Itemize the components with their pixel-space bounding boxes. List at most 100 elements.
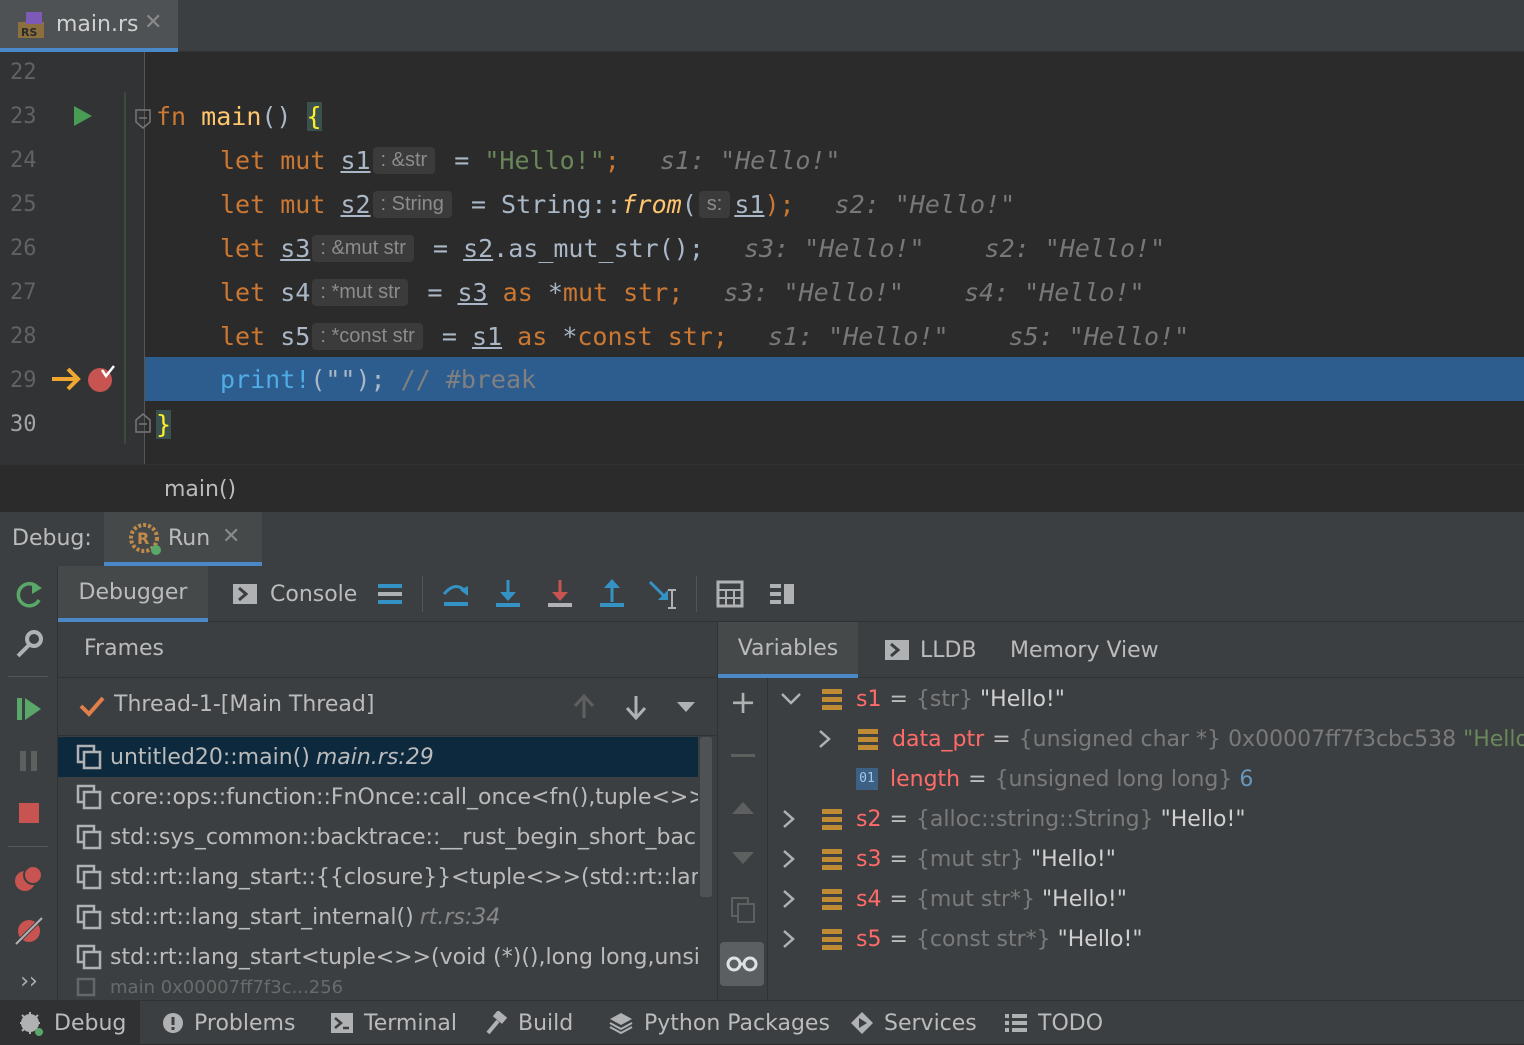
tool-python-packages[interactable]: Python Packages bbox=[608, 1001, 830, 1045]
run-tab-label: Run bbox=[168, 526, 211, 551]
layers-icon bbox=[609, 1013, 633, 1035]
field-icon bbox=[822, 809, 842, 830]
variables-tab-bar: Variables LLDB Memory View bbox=[718, 622, 1524, 678]
tab-lldb[interactable]: LLDB bbox=[884, 622, 977, 678]
thread-name: Thread-1-[Main Thread] bbox=[114, 692, 375, 717]
frame-row[interactable]: std::rt::lang_start_internal() rt.rs:34 bbox=[58, 897, 698, 937]
frame-row[interactable]: std::rt::lang_start<tuple<>>(void (*)(),… bbox=[58, 937, 698, 977]
tab-debugger[interactable]: Debugger bbox=[58, 566, 208, 622]
line-number: 22 bbox=[10, 60, 37, 85]
tool-todo[interactable]: TODO bbox=[1004, 1001, 1103, 1045]
frame-icon bbox=[76, 824, 102, 850]
scrollbar[interactable] bbox=[700, 737, 712, 897]
step-over-icon[interactable] bbox=[438, 576, 474, 612]
tool-problems[interactable]: Problems bbox=[162, 1001, 295, 1045]
chevron-down-icon[interactable] bbox=[778, 688, 804, 710]
close-icon[interactable]: ✕ bbox=[144, 10, 162, 35]
frame-row[interactable]: main 0x00007ff7f3c...256 bbox=[58, 977, 418, 1000]
hammer-icon bbox=[486, 1011, 508, 1035]
variable-row-s4[interactable]: s4 = {mut str*} "Hello!" bbox=[778, 879, 1127, 919]
frame-row[interactable]: std::sys_common::backtrace::__rust_begin… bbox=[58, 817, 698, 857]
chevron-right-icon[interactable] bbox=[778, 928, 800, 950]
fold-icon[interactable] bbox=[134, 108, 152, 130]
run-session-tab[interactable]: R Run ✕ bbox=[104, 512, 262, 566]
breadcrumb-item[interactable]: main() bbox=[164, 477, 236, 502]
code-editor[interactable]: 22 23 24 25 26 27 28 29 30 fn main() { l… bbox=[0, 52, 1524, 464]
checkmark-icon bbox=[79, 696, 105, 717]
variable-row-s3[interactable]: s3 = {mut str} "Hello!" bbox=[778, 839, 1116, 879]
bug-icon bbox=[20, 1012, 43, 1036]
layout-settings-icon[interactable] bbox=[764, 576, 800, 612]
inline-value: s2: "Hello!" bbox=[834, 189, 1016, 219]
mute-breakpoints-icon[interactable] bbox=[12, 914, 46, 948]
add-watch-icon[interactable]: + bbox=[728, 686, 758, 718]
pause-icon[interactable] bbox=[12, 744, 46, 778]
frame-row[interactable]: std::rt::lang_start::{{closure}}<tuple<>… bbox=[58, 857, 698, 897]
wrench-icon[interactable] bbox=[12, 628, 46, 662]
move-down-icon[interactable] bbox=[730, 848, 756, 870]
field-icon bbox=[822, 689, 842, 710]
breakpoint-icon[interactable] bbox=[86, 364, 118, 394]
variable-row-data-ptr[interactable]: data_ptr = {unsigned char *} 0x00007ff7f3c… bbox=[814, 719, 1524, 759]
variable-row-length[interactable]: 01 length = {unsigned long long} 6 bbox=[856, 759, 1253, 799]
frame-row[interactable]: untitled20::main() main.rs:29 bbox=[58, 737, 698, 777]
remove-watch-icon[interactable] bbox=[731, 754, 755, 757]
chevron-down-icon[interactable] bbox=[674, 698, 698, 716]
inline-value: s4: "Hello!" bbox=[963, 277, 1145, 307]
stop-icon[interactable] bbox=[12, 796, 46, 830]
tool-terminal[interactable]: Terminal bbox=[330, 1001, 457, 1045]
run-gutter-icon[interactable] bbox=[72, 104, 94, 128]
tab-memory-view[interactable]: Memory View bbox=[1010, 622, 1159, 678]
view-breakpoints-icon[interactable] bbox=[12, 862, 46, 896]
threads-list-icon[interactable] bbox=[372, 576, 408, 612]
thread-selector[interactable]: Thread-1-[Main Thread] bbox=[58, 678, 718, 736]
resume-icon[interactable] bbox=[12, 692, 46, 726]
tab-variables[interactable]: Variables bbox=[718, 622, 858, 678]
frame-row[interactable]: core::ops::function::FnOnce::call_once<f… bbox=[58, 777, 698, 817]
frame-icon bbox=[76, 864, 102, 890]
field-icon bbox=[822, 889, 842, 910]
variable-row-s1[interactable]: s1 = {str} "Hello!" bbox=[778, 679, 1065, 719]
inline-watches-toggle[interactable] bbox=[720, 942, 764, 986]
variable-row-s5[interactable]: s5 = {const str*} "Hello!" bbox=[778, 919, 1142, 959]
copy-icon[interactable] bbox=[730, 896, 756, 924]
line-number: 29 bbox=[10, 368, 37, 393]
tool-debug[interactable]: Debug bbox=[0, 1001, 141, 1045]
force-step-into-icon[interactable] bbox=[542, 576, 578, 612]
arrow-up-icon[interactable] bbox=[570, 692, 598, 722]
tool-build[interactable]: Build bbox=[484, 1001, 573, 1045]
chevron-right-icon[interactable] bbox=[778, 848, 800, 870]
debug-title: Debug: bbox=[12, 526, 92, 551]
tab-main-rs[interactable]: RS main.rs ✕ bbox=[0, 0, 178, 52]
tab-console[interactable]: Console bbox=[232, 566, 357, 622]
frame-icon bbox=[76, 977, 96, 997]
rerun-icon[interactable] bbox=[12, 578, 46, 612]
more-icon[interactable]: ›› bbox=[12, 964, 46, 998]
code-line-30: } bbox=[156, 409, 172, 439]
chevron-right-icon[interactable] bbox=[814, 728, 836, 750]
inline-value: s1: "Hello!" bbox=[767, 321, 949, 351]
chevron-right-icon[interactable] bbox=[778, 808, 800, 830]
variables-side-toolbar: + bbox=[718, 678, 768, 1000]
console-icon bbox=[885, 640, 909, 660]
step-out-icon[interactable] bbox=[594, 576, 630, 612]
line-number: 27 bbox=[10, 280, 37, 305]
run-to-cursor-icon[interactable] bbox=[646, 576, 682, 612]
code-line-29: print! (""); // #break bbox=[220, 364, 537, 394]
step-into-icon[interactable] bbox=[490, 576, 526, 612]
chevron-right-icon[interactable] bbox=[778, 888, 800, 910]
terminal-icon bbox=[331, 1013, 353, 1033]
close-icon[interactable]: ✕ bbox=[222, 524, 240, 549]
rust-run-icon: R bbox=[129, 523, 161, 555]
variable-row-s2[interactable]: s2 = {alloc::string::String} "Hello!" bbox=[778, 799, 1245, 839]
code-line-23: fn main() { bbox=[156, 101, 322, 131]
arrow-down-icon[interactable] bbox=[622, 692, 650, 722]
tool-services[interactable]: Services bbox=[850, 1001, 977, 1045]
warning-circle-icon bbox=[163, 1013, 183, 1033]
code-line-27: let s4: *mut str = s3 as * mut str; s3: "H… bbox=[220, 277, 1145, 307]
type-hint: : *const str bbox=[312, 322, 423, 350]
move-up-icon[interactable] bbox=[730, 796, 756, 818]
evaluate-expression-icon[interactable] bbox=[712, 576, 748, 612]
fold-icon[interactable] bbox=[134, 412, 152, 434]
inline-value: s5: "Hello!" bbox=[1008, 321, 1190, 351]
